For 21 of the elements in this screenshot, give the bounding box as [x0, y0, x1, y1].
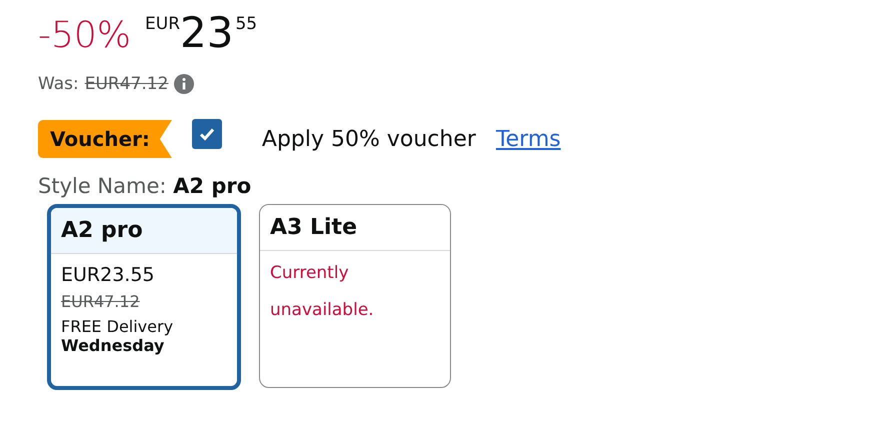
style-name: Style Name: A2 pro: [38, 174, 252, 198]
info-icon[interactable]: [174, 74, 194, 94]
discount-percent: -50%: [38, 18, 132, 54]
option-name: A2 pro: [61, 218, 143, 243]
was-label: Was:: [38, 74, 79, 94]
price-whole: 23: [180, 12, 234, 54]
option-was-price: EUR47.12: [61, 292, 141, 311]
price-fraction: 55: [235, 14, 258, 34]
currency: EUR: [145, 14, 180, 34]
delivery-label: FREE Delivery: [61, 317, 174, 336]
style-option-card[interactable]: A2 pro EUR23.55 EUR47.12 FREE Delivery Wednesday: [47, 204, 241, 390]
option-name: A3 Lite: [270, 215, 357, 240]
was-price: EUR47.12: [84, 74, 168, 94]
voucher-checkbox[interactable]: [192, 119, 222, 149]
terms-link[interactable]: Terms: [496, 126, 561, 152]
voucher-badge: Voucher:: [38, 120, 172, 158]
option-price: EUR23.55: [61, 264, 156, 286]
voucher-label: Apply 50% voucher: [262, 126, 476, 152]
availability-status: Currently unavailable.: [270, 262, 375, 322]
style-option-card[interactable]: A3 Lite Currently unavailable.: [259, 204, 451, 388]
delivery-day: Wednesday: [61, 336, 227, 355]
